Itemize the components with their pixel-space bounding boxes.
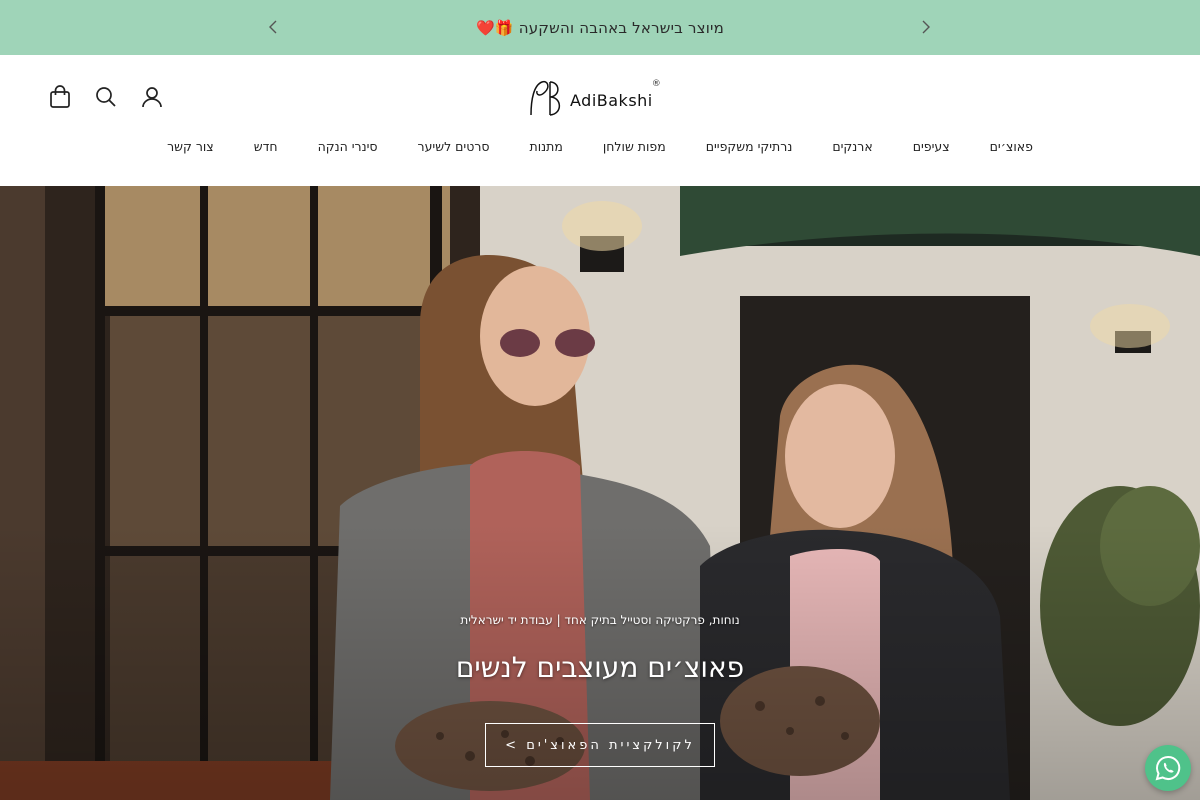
collection-cta-button[interactable]: לקולקציית הפאוצ'ים > — [485, 723, 715, 767]
announcement-text: מיוצר בישראל באהבה והשקעה 🎁❤️ — [475, 18, 724, 37]
nav-item-new[interactable]: חדש — [234, 139, 298, 161]
header-icons — [48, 85, 164, 109]
whatsapp-button[interactable] — [1145, 745, 1191, 791]
chevron-left-icon[interactable] — [263, 17, 283, 37]
main-nav: פאוצ׳ים צעיפים ארנקים נרתיקי משקפיים מפו… — [0, 139, 1200, 161]
hero-title: פאוצ׳ים מעוצבים לנשים — [455, 651, 745, 684]
nav-item-pouches[interactable]: פאוצ׳ים — [970, 139, 1053, 161]
logo-mark-icon — [530, 80, 561, 116]
nav-item-glasses-cases[interactable]: נרתיקי משקפיים — [686, 139, 813, 161]
bag-icon[interactable] — [48, 85, 72, 109]
logo-text: AdiBakshi — [570, 90, 653, 110]
nav-item-hair-ribbons[interactable]: סרטים לשיער — [398, 139, 510, 161]
site-header: AdiBakshi ® פאוצ׳ים צעיפים ארנקים נרתיקי… — [0, 55, 1200, 186]
hero-banner: נוחות, פרקטיקה וסטייל בתיק אחד | עבודת י… — [0, 186, 1200, 800]
nav-item-tablecloths[interactable]: מפות שולחן — [583, 139, 686, 161]
nav-item-scarves[interactable]: צעיפים — [893, 139, 970, 161]
user-icon[interactable] — [140, 85, 164, 109]
whatsapp-icon — [1155, 755, 1181, 781]
nav-item-contact[interactable]: צור קשר — [147, 139, 234, 161]
site-logo[interactable]: AdiBakshi ® — [528, 79, 661, 117]
nav-item-wallets[interactable]: ארנקים — [812, 139, 892, 161]
search-icon[interactable] — [94, 85, 118, 109]
nav-item-gifts[interactable]: מתנות — [510, 139, 583, 161]
chevron-right-icon[interactable] — [916, 17, 936, 37]
hero-subtitle: נוחות, פרקטיקה וסטייל בתיק אחד | עבודת י… — [460, 613, 740, 627]
nav-item-nursing-aprons[interactable]: סינרי הנקה — [298, 139, 398, 161]
announcement-bar: מיוצר בישראל באהבה והשקעה 🎁❤️ — [0, 0, 1200, 55]
logo-registered-mark: ® — [651, 79, 661, 89]
hero-overlay — [0, 186, 1200, 800]
